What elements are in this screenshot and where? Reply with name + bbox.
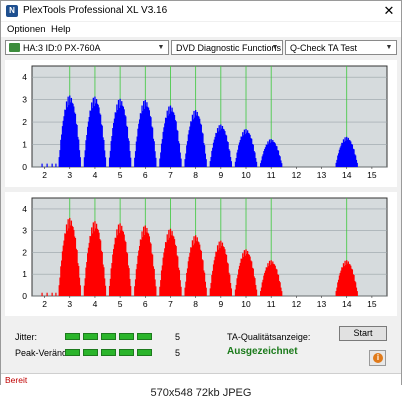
x-tick-label: 15 <box>367 170 377 180</box>
toolbar: HA:3 ID:0 PX-760A ▼ DVD Diagnostic Funct… <box>1 38 401 58</box>
drive-icon <box>9 43 20 52</box>
x-tick-label: 13 <box>317 299 327 309</box>
function-select-value: DVD Diagnostic Functions <box>176 43 282 53</box>
x-tick-label: 9 <box>218 299 223 309</box>
peak-value: 5 <box>175 348 181 358</box>
x-tick-label: 14 <box>342 170 352 180</box>
x-tick-label: 10 <box>241 299 251 309</box>
x-tick-label: 2 <box>42 170 47 180</box>
quality-label: TA-Qualitätsanzeige: <box>227 332 311 342</box>
drive-select[interactable]: HA:3 ID:0 PX-760A ▼ <box>5 40 169 55</box>
x-tick-label: 8 <box>193 299 198 309</box>
meter-segment <box>119 349 134 356</box>
x-tick-label: 11 <box>267 299 276 309</box>
y-tick-label: 3 <box>22 95 27 105</box>
menu-bar: Optionen Help <box>1 22 401 37</box>
x-tick-label: 3 <box>67 299 72 309</box>
x-tick-label: 12 <box>292 170 302 180</box>
drive-select-value: HA:3 ID:0 PX-760A <box>23 43 101 53</box>
info-icon: i <box>373 353 383 363</box>
x-tick-label: 11 <box>267 170 276 180</box>
title-bar: N PlexTools Professional XL V3.16 ✕ <box>1 1 401 21</box>
image-caption: 570x548 72kb JPEG <box>0 385 402 402</box>
chevron-down-icon: ▼ <box>157 44 165 51</box>
chevron-down-icon: ▼ <box>385 44 393 51</box>
x-tick-label: 4 <box>93 170 98 180</box>
window-title: PlexTools Professional XL V3.16 <box>23 5 168 16</box>
y-tick-label: 1 <box>22 269 27 279</box>
meter-segment <box>83 333 98 340</box>
quality-value: Ausgezeichnet <box>227 346 298 357</box>
app-window: N PlexTools Professional XL V3.16 ✕ Opti… <box>0 0 402 402</box>
y-tick-label: 2 <box>22 247 27 257</box>
start-button[interactable]: Start <box>339 326 387 341</box>
x-tick-label: 6 <box>143 299 148 309</box>
menu-optionen[interactable]: Optionen <box>7 24 46 35</box>
app-logo-icon: N <box>6 5 18 17</box>
close-button[interactable]: ✕ <box>381 3 397 19</box>
y-tick-label: 2 <box>22 117 27 127</box>
y-tick-label: 4 <box>22 204 27 214</box>
x-tick-label: 4 <box>93 299 98 309</box>
info-button[interactable]: i <box>369 350 386 366</box>
x-tick-label: 2 <box>42 299 47 309</box>
x-tick-label: 15 <box>367 299 377 309</box>
meter-segment <box>119 333 134 340</box>
meter-segment <box>137 333 152 340</box>
test-select[interactable]: Q-Check TA Test ▼ <box>285 40 397 55</box>
function-select[interactable]: DVD Diagnostic Functions ▼ <box>171 40 283 55</box>
x-tick-label: 7 <box>168 299 173 309</box>
bottom-chart-panel: 0 1 2 3 4 2 3 4 5 6 7 8 9 10 11 12 13 14 15 <box>5 192 397 316</box>
test-select-value: Q-Check TA Test <box>290 43 358 53</box>
x-tick-label: 3 <box>67 170 72 180</box>
y-tick-label: 0 <box>22 162 27 172</box>
peak-meter <box>65 349 175 356</box>
menu-help[interactable]: Help <box>51 24 71 35</box>
y-tick-label: 4 <box>22 72 27 82</box>
meter-segment <box>101 349 116 356</box>
x-tick-label: 5 <box>118 299 123 309</box>
x-tick-label: 8 <box>193 170 198 180</box>
x-tick-label: 12 <box>292 299 302 309</box>
bottom-chart: 012342 3 4 5 6 7 8 9 10 11 12 13 14 15 <box>22 197 388 309</box>
jitter-label: Jitter: <box>15 332 38 342</box>
meter-segment <box>137 349 152 356</box>
meter-segment <box>65 333 80 340</box>
peak-label: Peak-Veränd: <box>15 348 70 358</box>
jitter-value: 5 <box>175 332 181 342</box>
chevron-down-icon: ▼ <box>271 44 279 51</box>
y-tick-label: 3 <box>22 226 27 236</box>
x-tick-label: 10 <box>241 170 251 180</box>
jitter-meter <box>65 333 175 340</box>
x-tick-label: 5 <box>118 170 123 180</box>
y-tick-label: 0 <box>22 291 27 301</box>
x-tick-label: 13 <box>317 170 327 180</box>
top-chart: 012342 3 4 5 6 7 8 9 10 11 12 13 14 15 <box>22 65 388 180</box>
top-chart-panel: 0 1 2 3 4 2 3 4 5 6 7 8 9 10 11 12 13 14 15 <box>5 60 397 187</box>
status-text: Bereit <box>5 375 28 385</box>
meter-segment <box>101 333 116 340</box>
meter-segment <box>65 349 80 356</box>
meter-segment <box>83 349 98 356</box>
x-tick-label: 9 <box>218 170 223 180</box>
x-tick-label: 6 <box>143 170 148 180</box>
y-tick-label: 1 <box>22 140 27 150</box>
x-tick-label: 7 <box>168 170 173 180</box>
x-tick-label: 14 <box>342 299 352 309</box>
